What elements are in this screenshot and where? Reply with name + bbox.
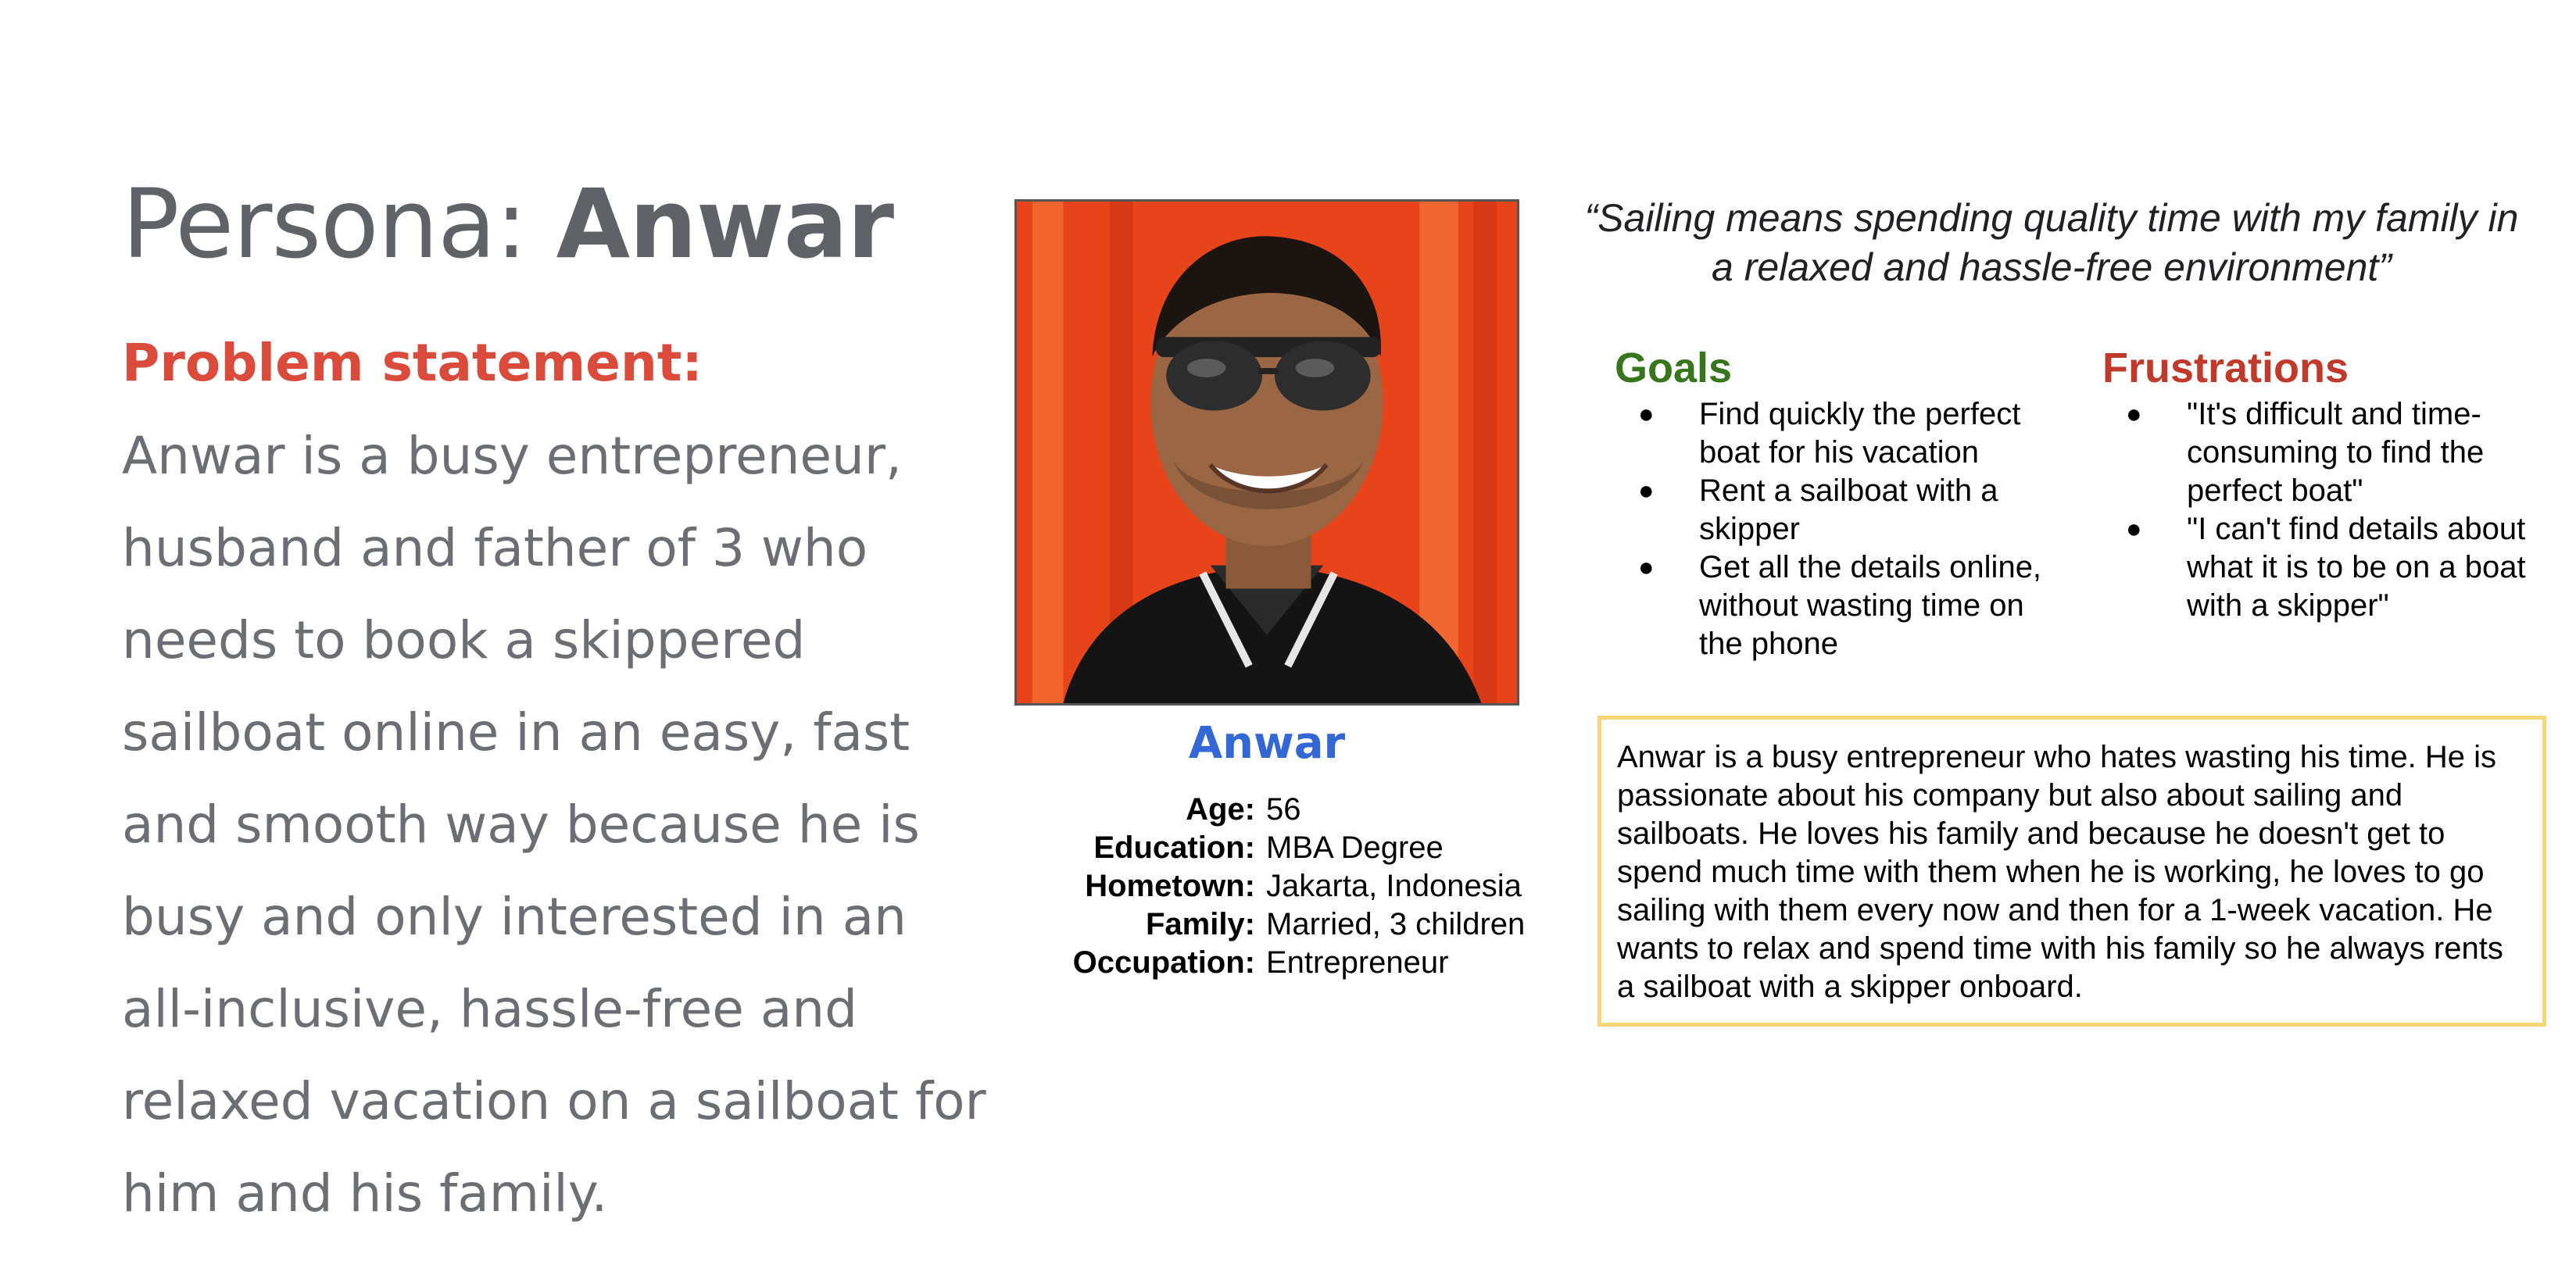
goals-list: ● Find quickly the perfect boat for his v… <box>1615 395 2068 663</box>
goals-section: Goals ● Find quickly the perfect boat for… <box>1615 341 2068 663</box>
fact-row-hometown: Hometown: Jakarta, Indonesia <box>1016 867 1563 906</box>
goal-text: Get all the details online, without wast… <box>1699 550 2042 661</box>
bullet-icon: ● <box>2126 514 2142 544</box>
list-item: ● Rent a sailboat with a skipper <box>1615 472 2068 548</box>
goal-text: Find quickly the perfect boat for his va… <box>1699 397 2021 470</box>
frustrations-section: Frustrations ● "It's difficult and time-c… <box>2102 341 2540 625</box>
fact-value: MBA Degree <box>1266 831 1444 865</box>
frustration-text: "It's difficult and time-consuming to fi… <box>2187 397 2485 508</box>
fact-value: Jakarta, Indonesia <box>1266 869 1522 903</box>
title-prefix: Persona: <box>122 169 556 280</box>
bullet-icon: ● <box>1638 476 1655 505</box>
persona-name: Anwar <box>1188 718 1346 769</box>
frustrations-heading: Frustrations <box>2102 345 2349 391</box>
list-item: ● Get all the details online, without was… <box>1615 548 2068 663</box>
persona-photo <box>1014 199 1519 706</box>
fact-row-age: Age: 56 <box>1016 791 1563 829</box>
title-name: Anwar <box>556 169 894 280</box>
fact-row-family: Family: Married, 3 children <box>1016 906 1563 944</box>
list-item: ● "It's difficult and time-consuming to f… <box>2102 395 2540 510</box>
bullet-icon: ● <box>1638 399 1655 429</box>
persona-facts: Age: 56 Education: MBA Degree Hometown: … <box>1016 791 1563 982</box>
fact-value: Married, 3 children <box>1266 907 1526 941</box>
persona-photo-illustration <box>1017 202 1517 703</box>
page-title: Persona: Anwar <box>122 166 894 283</box>
fact-value: 56 <box>1266 792 1301 827</box>
fact-row-education: Education: MBA Degree <box>1016 829 1563 867</box>
problem-statement-text: Anwar is a busy entrepreneur, husband an… <box>122 426 986 1223</box>
fact-label: Age: <box>1186 792 1255 827</box>
fact-value: Entrepreneur <box>1266 945 1449 980</box>
goals-heading: Goals <box>1615 345 1733 391</box>
problem-statement-heading: Problem statement: <box>122 333 703 393</box>
fact-label: Hometown: <box>1085 869 1255 903</box>
list-item: ● Find quickly the perfect boat for his v… <box>1615 395 2068 472</box>
fact-label: Education: <box>1093 831 1255 865</box>
persona-bio: Anwar is a busy entrepreneur who hates w… <box>1597 716 2546 1027</box>
frustration-text: "I can't find details about what it is t… <box>2187 512 2526 623</box>
fact-label: Family: <box>1145 907 1255 941</box>
bullet-icon: ● <box>1638 552 1655 582</box>
list-item: ● "I can't find details about what it is … <box>2102 510 2540 625</box>
bullet-icon: ● <box>2126 399 2142 429</box>
fact-label: Occupation: <box>1072 945 1255 980</box>
frustrations-list: ● "It's difficult and time-consuming to f… <box>2102 395 2540 625</box>
persona-quote: “Sailing means spending quality time wit… <box>1584 196 2519 289</box>
fact-row-occupation: Occupation: Entrepreneur <box>1016 944 1563 982</box>
goal-text: Rent a sailboat with a skipper <box>1699 473 1998 546</box>
